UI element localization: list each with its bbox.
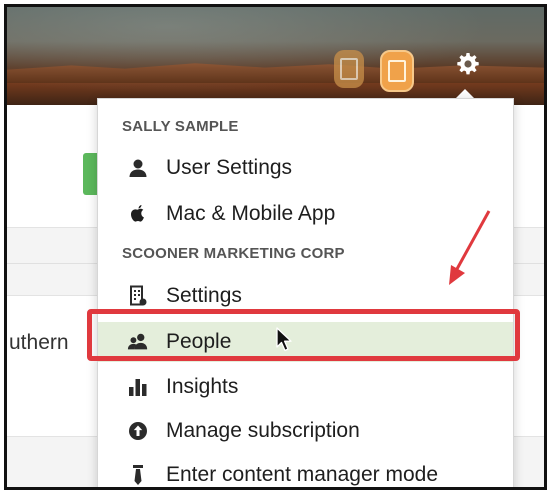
user-icon: [127, 157, 149, 179]
menu-item-content-manager-mode[interactable]: Enter content manager mode: [98, 455, 513, 487]
highlight-box: [87, 309, 520, 361]
menu-item-label: User Settings: [166, 156, 293, 179]
screenshot-frame: uthern SALLY SAMPLE User Settings Mac & …: [4, 4, 547, 490]
apple-icon: [127, 203, 149, 225]
mouse-pointer-icon: [276, 327, 292, 352]
menu-item-label: Manage subscription: [166, 419, 360, 442]
bar-chart-icon: [127, 376, 149, 398]
annotation-arrow-icon: [449, 210, 491, 285]
menu-item-label: Enter content manager mode: [166, 463, 438, 486]
user-section-label: SALLY SAMPLE: [122, 118, 239, 135]
calendar-badge-icon[interactable]: [334, 50, 364, 88]
menu-item-insights[interactable]: Insights: [98, 367, 513, 407]
upload-circle-icon: [127, 420, 149, 442]
calendar-badge-icon[interactable]: [380, 50, 414, 92]
org-section-label: SCOONER MARKETING CORP: [122, 245, 345, 262]
menu-item-label: Insights: [166, 375, 239, 398]
tie-icon: [127, 464, 149, 486]
background-text: uthern: [9, 331, 69, 354]
gear-icon[interactable]: [455, 51, 481, 77]
menu-item-label: Mac & Mobile App: [166, 202, 336, 225]
building-icon: [127, 285, 149, 307]
menu-item-user-settings[interactable]: User Settings: [98, 148, 513, 188]
menu-item-manage-subscription[interactable]: Manage subscription: [98, 411, 513, 451]
settings-dropdown-menu: SALLY SAMPLE User Settings Mac & Mobile …: [97, 98, 514, 487]
menu-item-label: Settings: [166, 284, 242, 307]
